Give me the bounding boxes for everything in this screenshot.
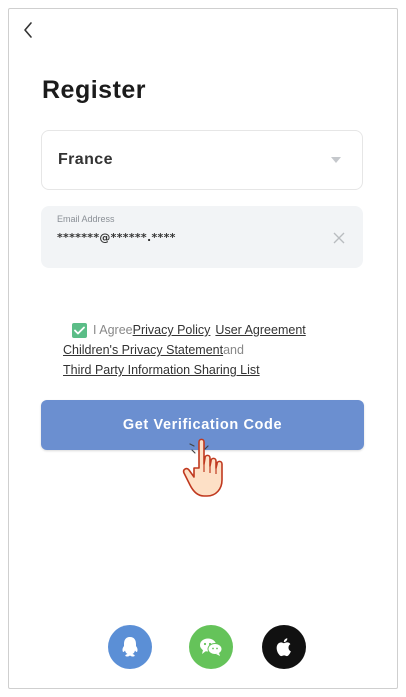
page-title: Register bbox=[42, 76, 147, 104]
third-party-sharing-link[interactable]: Third Party Information Sharing List bbox=[63, 360, 260, 380]
caret-down-icon bbox=[331, 157, 341, 163]
clear-email-button[interactable] bbox=[331, 230, 347, 246]
checkmark-icon bbox=[74, 326, 85, 334]
and-text: and bbox=[223, 343, 244, 357]
user-agreement-link[interactable]: User Agreement bbox=[215, 320, 305, 340]
children-privacy-link[interactable]: Children's Privacy Statement bbox=[63, 340, 223, 360]
email-label: Email Address bbox=[57, 214, 115, 224]
agreement-block: I Agree Privacy Policy User Agreement Ch… bbox=[63, 320, 363, 380]
wechat-login-button[interactable] bbox=[189, 625, 233, 669]
back-button[interactable] bbox=[16, 16, 40, 44]
apple-icon bbox=[276, 638, 291, 657]
country-value: France bbox=[58, 151, 113, 168]
close-icon bbox=[333, 232, 345, 244]
country-select[interactable]: France bbox=[41, 130, 363, 190]
apple-login-button[interactable] bbox=[262, 625, 306, 669]
wechat-icon bbox=[200, 638, 223, 656]
email-field[interactable]: Email Address bbox=[41, 206, 363, 268]
privacy-policy-link[interactable]: Privacy Policy bbox=[133, 320, 211, 340]
chevron-left-icon bbox=[24, 22, 32, 38]
hand-pointer-icon bbox=[182, 438, 223, 497]
qq-icon bbox=[122, 637, 138, 657]
qq-login-button[interactable] bbox=[108, 625, 152, 669]
email-input[interactable] bbox=[57, 231, 307, 244]
agree-checkbox[interactable] bbox=[72, 322, 87, 338]
agree-prefix: I Agree bbox=[93, 323, 133, 337]
